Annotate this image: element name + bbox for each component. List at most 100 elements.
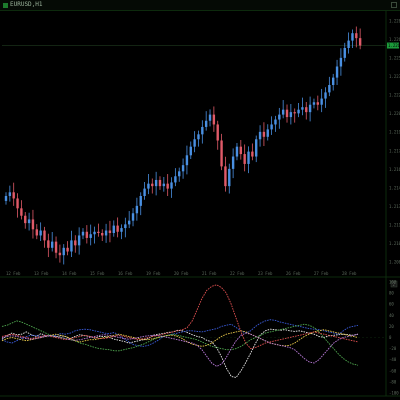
candle-body (151, 183, 154, 187)
candle-body (24, 215, 27, 224)
candle-body (158, 179, 162, 187)
time-tick-label: 12 Feb (6, 271, 21, 276)
price-tick-label: 1.2190 (389, 130, 400, 135)
indicator-tick-label: -60 (389, 368, 397, 373)
time-tick-label: 22 Feb (230, 271, 245, 276)
candle-body (58, 252, 62, 256)
candle-body (312, 102, 316, 105)
price-tick-label: 1.2265 (389, 37, 400, 42)
chart-canvas[interactable]: 1.2280 1.2265 1.2250 1.2235 1.2220 1.2205 1.21… (0, 0, 400, 400)
candle-body (108, 230, 112, 233)
candle-body (143, 188, 146, 196)
candle-body (278, 114, 281, 120)
candle-body (251, 151, 254, 157)
candle-body (266, 129, 269, 137)
candle-body (247, 151, 250, 164)
current-price-label: 1.2262 (388, 43, 400, 48)
price-tick-label: 1.2220 (389, 93, 400, 98)
candle-body (104, 230, 108, 236)
candle-body (166, 183, 169, 189)
candle-body (243, 154, 246, 164)
candle-body (274, 119, 277, 125)
candle-body (131, 213, 135, 221)
candle-body (258, 131, 262, 140)
candle-body (31, 219, 35, 230)
price-tick-label: 1.2235 (389, 74, 400, 79)
candle-body (47, 240, 50, 248)
candle-body (270, 124, 273, 130)
indicator-tick-label: 40 (389, 313, 394, 318)
candle-body (289, 112, 293, 118)
candle-body (162, 183, 166, 187)
candle-body (39, 230, 42, 236)
candle-body (339, 57, 343, 67)
time-tick-label: 23 Feb (258, 271, 273, 276)
candle-body (201, 126, 204, 135)
chart-window: EURUSD,H1 1.22801.22651.22501.22351.2220… (0, 0, 400, 400)
candle-body (62, 247, 65, 256)
price-tick-label: 1.2280 (389, 19, 400, 24)
candle-body (181, 165, 185, 172)
candle-body (127, 220, 131, 225)
indicator-tick-label: 0 (389, 335, 392, 340)
candle-body (347, 40, 350, 48)
candle-body (204, 120, 208, 127)
candle-body (154, 179, 158, 187)
candle-body (4, 196, 8, 201)
candle-body (70, 240, 73, 252)
price-tick-label: 1.2250 (389, 56, 400, 61)
candle-body (101, 233, 104, 236)
candle-body (27, 219, 31, 224)
candle-body (185, 155, 189, 166)
candle-body (293, 112, 296, 114)
price-tick-label: 1.2175 (389, 148, 400, 153)
candle-body (16, 198, 19, 209)
candle-body (20, 208, 23, 216)
candle-body (112, 225, 115, 233)
candle-body (81, 231, 85, 236)
time-tick-label: 27 Feb (314, 271, 329, 276)
candle-body (139, 196, 142, 206)
indicator-series-line (1, 284, 359, 350)
candle-body (262, 131, 266, 137)
candle-body (212, 114, 216, 125)
time-tick-label: 14 Feb (62, 271, 77, 276)
candle-body (35, 229, 38, 236)
candle-body (316, 102, 320, 105)
candle-body (77, 235, 81, 246)
candle-body (305, 107, 308, 113)
indicator-tick-label: -100 (389, 391, 399, 396)
candle-body (85, 231, 89, 238)
candle-body (355, 33, 358, 39)
candle-body (335, 66, 339, 78)
price-tick-label: 1.2130 (389, 204, 400, 209)
price-tick-label: 1.2160 (389, 167, 400, 172)
indicator-tick-label: -80 (389, 379, 397, 384)
price-tick-label: 1.2100 (389, 241, 400, 246)
price-tick-label: 1.2145 (389, 185, 400, 190)
candle-body (301, 107, 304, 110)
candle-body (135, 205, 139, 214)
candle-body (50, 241, 54, 248)
indicator-tick-label: 20 (389, 324, 394, 329)
candle-body (116, 225, 119, 232)
time-tick-label: 19 Feb (146, 271, 161, 276)
time-tick-label: 13 Feb (34, 271, 49, 276)
candle-body (358, 38, 362, 46)
candle-body (97, 231, 100, 233)
candle-body (328, 85, 331, 93)
candle-body (285, 109, 289, 118)
indicator-tick-label: -40 (389, 357, 397, 362)
candle-body (332, 77, 335, 85)
candle-body (89, 234, 92, 238)
candle-body (281, 109, 285, 115)
candle-body (228, 168, 231, 187)
candle-body (208, 114, 212, 121)
candle-body (297, 109, 300, 114)
candle-body (8, 192, 12, 196)
time-tick-label: 26 Feb (286, 271, 301, 276)
candle-body (43, 230, 46, 241)
price-tick-label: 1.2205 (389, 111, 400, 116)
indicator-series-line (1, 332, 359, 367)
candle-body (324, 92, 327, 99)
